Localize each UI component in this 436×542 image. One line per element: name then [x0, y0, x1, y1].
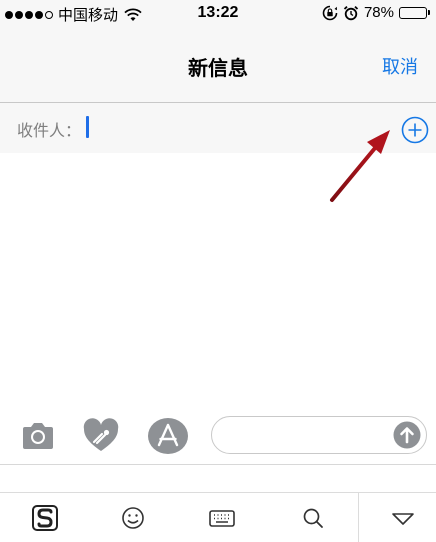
orientation-lock-icon [322, 5, 338, 20]
recipient-label: 收件人： [17, 123, 82, 140]
message-input[interactable] [211, 416, 427, 454]
navigation-bar: 新信息 取消 [0, 26, 436, 103]
annotation-arrow-icon [330, 130, 390, 202]
sogou-logo-icon[interactable] [30, 503, 60, 533]
status-right: 78% [322, 4, 430, 21]
page-title: 新信息 [188, 58, 248, 80]
emoji-icon[interactable] [118, 503, 148, 533]
compose-bar [0, 406, 436, 465]
battery-icon [399, 6, 430, 19]
battery-percent: 78% [363, 4, 394, 21]
cancel-button[interactable]: 取消 [382, 53, 418, 79]
status-bar: 中国移动 13:22 78% [0, 0, 436, 26]
text-cursor [86, 116, 89, 138]
camera-icon[interactable] [20, 421, 56, 451]
send-arrow-icon[interactable] [393, 421, 421, 449]
app-store-icon[interactable] [147, 417, 189, 455]
toolbar-divider [358, 493, 359, 542]
keyboard-toolbar [0, 492, 436, 542]
keyboard-icon[interactable] [207, 503, 237, 533]
search-icon[interactable] [298, 503, 328, 533]
collapse-keyboard-icon[interactable] [388, 503, 418, 533]
alarm-icon [343, 5, 359, 20]
digital-touch-heart-icon[interactable] [82, 418, 120, 454]
add-contact-icon[interactable] [401, 116, 429, 144]
